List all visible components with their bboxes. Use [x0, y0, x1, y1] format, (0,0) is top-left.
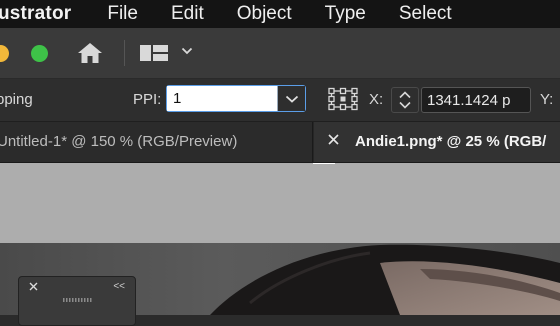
floating-panel[interactable]: << — [18, 276, 136, 326]
artboard-handle[interactable] — [313, 163, 335, 164]
home-icon[interactable] — [76, 41, 104, 65]
reference-point-icon[interactable] — [327, 87, 359, 111]
menu-bar: llustrator File Edit Object Type Select — [0, 0, 560, 28]
chevron-down-icon — [285, 95, 299, 103]
toolbar-divider — [124, 40, 125, 66]
ppi-label: PPI: — [133, 91, 162, 108]
x-stepper[interactable] — [391, 87, 419, 113]
tab-untitled-1[interactable]: Untitled-1* @ 150 % (RGB/Preview) — [0, 122, 313, 162]
x-position-input[interactable] — [422, 88, 530, 112]
chevron-down-icon[interactable] — [181, 46, 193, 56]
cropping-label: pping — [0, 91, 33, 108]
x-label: X: — [369, 91, 384, 108]
zoom-window-button[interactable] — [31, 45, 48, 62]
y-label: Y: — [540, 91, 554, 108]
panel-collapse-button[interactable]: << — [113, 281, 125, 292]
close-icon[interactable] — [328, 134, 339, 145]
menu-file[interactable]: File — [107, 3, 138, 25]
ppi-combobox[interactable] — [166, 85, 306, 112]
tab-andie1[interactable]: Andie1.png* @ 25 % (RGB/ — [314, 122, 560, 162]
tab-untitled-1-label: Untitled-1* @ 150 % (RGB/Preview) — [0, 133, 238, 150]
application-bar — [0, 28, 560, 79]
menu-object[interactable]: Object — [237, 3, 292, 25]
minimize-window-button[interactable] — [0, 45, 9, 62]
document-tab-bar: Untitled-1* @ 150 % (RGB/Preview) Andie1… — [0, 122, 560, 163]
panel-grip-icon[interactable] — [63, 298, 93, 302]
workspace-layout-icon[interactable] — [140, 45, 168, 61]
tab-andie1-label: Andie1.png* @ 25 % (RGB/ — [355, 133, 547, 150]
close-icon[interactable] — [29, 282, 38, 291]
ppi-dropdown-button[interactable] — [277, 86, 305, 111]
stepper-arrows-icon — [399, 91, 411, 109]
app-name-menu[interactable]: llustrator — [0, 3, 71, 25]
control-bar: pping PPI: X: Y: — [0, 79, 560, 122]
menu-select[interactable]: Select — [399, 3, 452, 25]
ppi-input[interactable] — [167, 86, 277, 111]
menu-type[interactable]: Type — [325, 3, 366, 25]
menu-edit[interactable]: Edit — [171, 3, 204, 25]
x-position-field[interactable] — [421, 87, 531, 113]
